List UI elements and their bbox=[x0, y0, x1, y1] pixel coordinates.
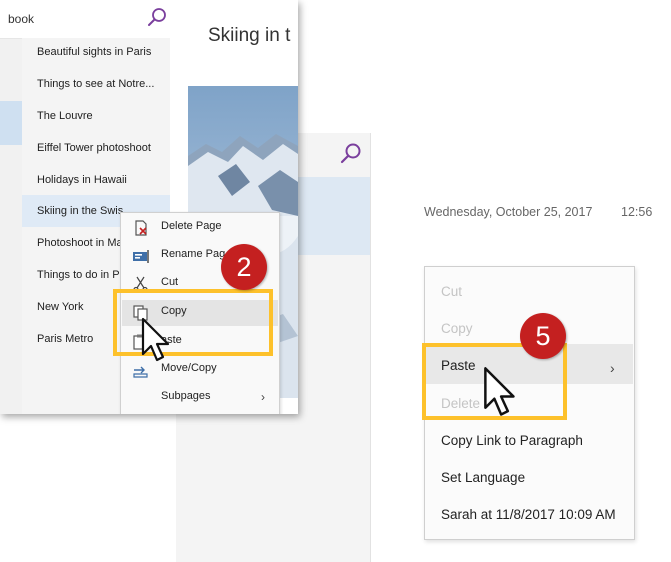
page-item[interactable]: Photoshoot in Ma bbox=[37, 237, 123, 249]
page-item-selected[interactable]: Skiing in the Swis bbox=[37, 205, 123, 217]
page-date: Wednesday, October 25, 2017 bbox=[424, 205, 593, 219]
menu-label: Cut bbox=[161, 276, 179, 288]
step-badge-2: 2 bbox=[221, 244, 267, 290]
menu-item-delete-page[interactable]: Delete Page bbox=[121, 216, 279, 240]
menu-item-copy-link[interactable]: Copy Link to Paragraph bbox=[441, 433, 583, 448]
cursor-arrow-icon bbox=[484, 367, 515, 416]
menu-item-subpages[interactable]: Subpages › bbox=[121, 386, 279, 410]
notebook-label: book bbox=[8, 12, 35, 26]
rename-page-icon bbox=[133, 250, 149, 263]
highlight-copy bbox=[113, 289, 273, 356]
menu-item-cut: Cut bbox=[441, 284, 463, 299]
page-item[interactable]: Things to do in P bbox=[37, 269, 120, 281]
menu-item-copy: Copy bbox=[441, 321, 473, 336]
delete-page-icon bbox=[135, 220, 147, 236]
page-item[interactable]: New York bbox=[37, 301, 83, 313]
cursor-arrow-icon bbox=[141, 317, 170, 362]
page-item[interactable]: Beautiful sights in Paris bbox=[37, 46, 151, 58]
section-strip bbox=[0, 13, 22, 414]
page-item[interactable]: Eiffel Tower photoshoot bbox=[37, 142, 151, 154]
submenu-arrow-icon[interactable]: › bbox=[610, 360, 615, 376]
menu-label: Subpages bbox=[161, 390, 211, 402]
menu-label: Delete Page bbox=[161, 220, 222, 232]
selected-section[interactable] bbox=[0, 101, 22, 145]
chevron-right-icon: › bbox=[261, 390, 265, 404]
search-icon[interactable] bbox=[338, 141, 364, 167]
menu-label: Rename Pag bbox=[161, 248, 226, 260]
page-time: 12:56 bbox=[621, 205, 653, 219]
notebook-search-bar: book bbox=[0, 0, 170, 39]
page-item[interactable]: Things to see at Notre... bbox=[37, 78, 154, 90]
menu-item-author-info[interactable]: Sarah at 11/8/2017 10:09 AM bbox=[441, 507, 616, 522]
page-item[interactable]: The Louvre bbox=[37, 110, 93, 122]
menu-item-set-language[interactable]: Set Language bbox=[441, 470, 525, 485]
page-item[interactable]: Holidays in Hawaii bbox=[37, 174, 127, 186]
page-title: Skiing in t bbox=[208, 25, 291, 46]
search-icon[interactable] bbox=[145, 6, 169, 30]
page-item[interactable]: Paris Metro bbox=[37, 333, 93, 345]
step-badge-5: 5 bbox=[520, 313, 566, 359]
